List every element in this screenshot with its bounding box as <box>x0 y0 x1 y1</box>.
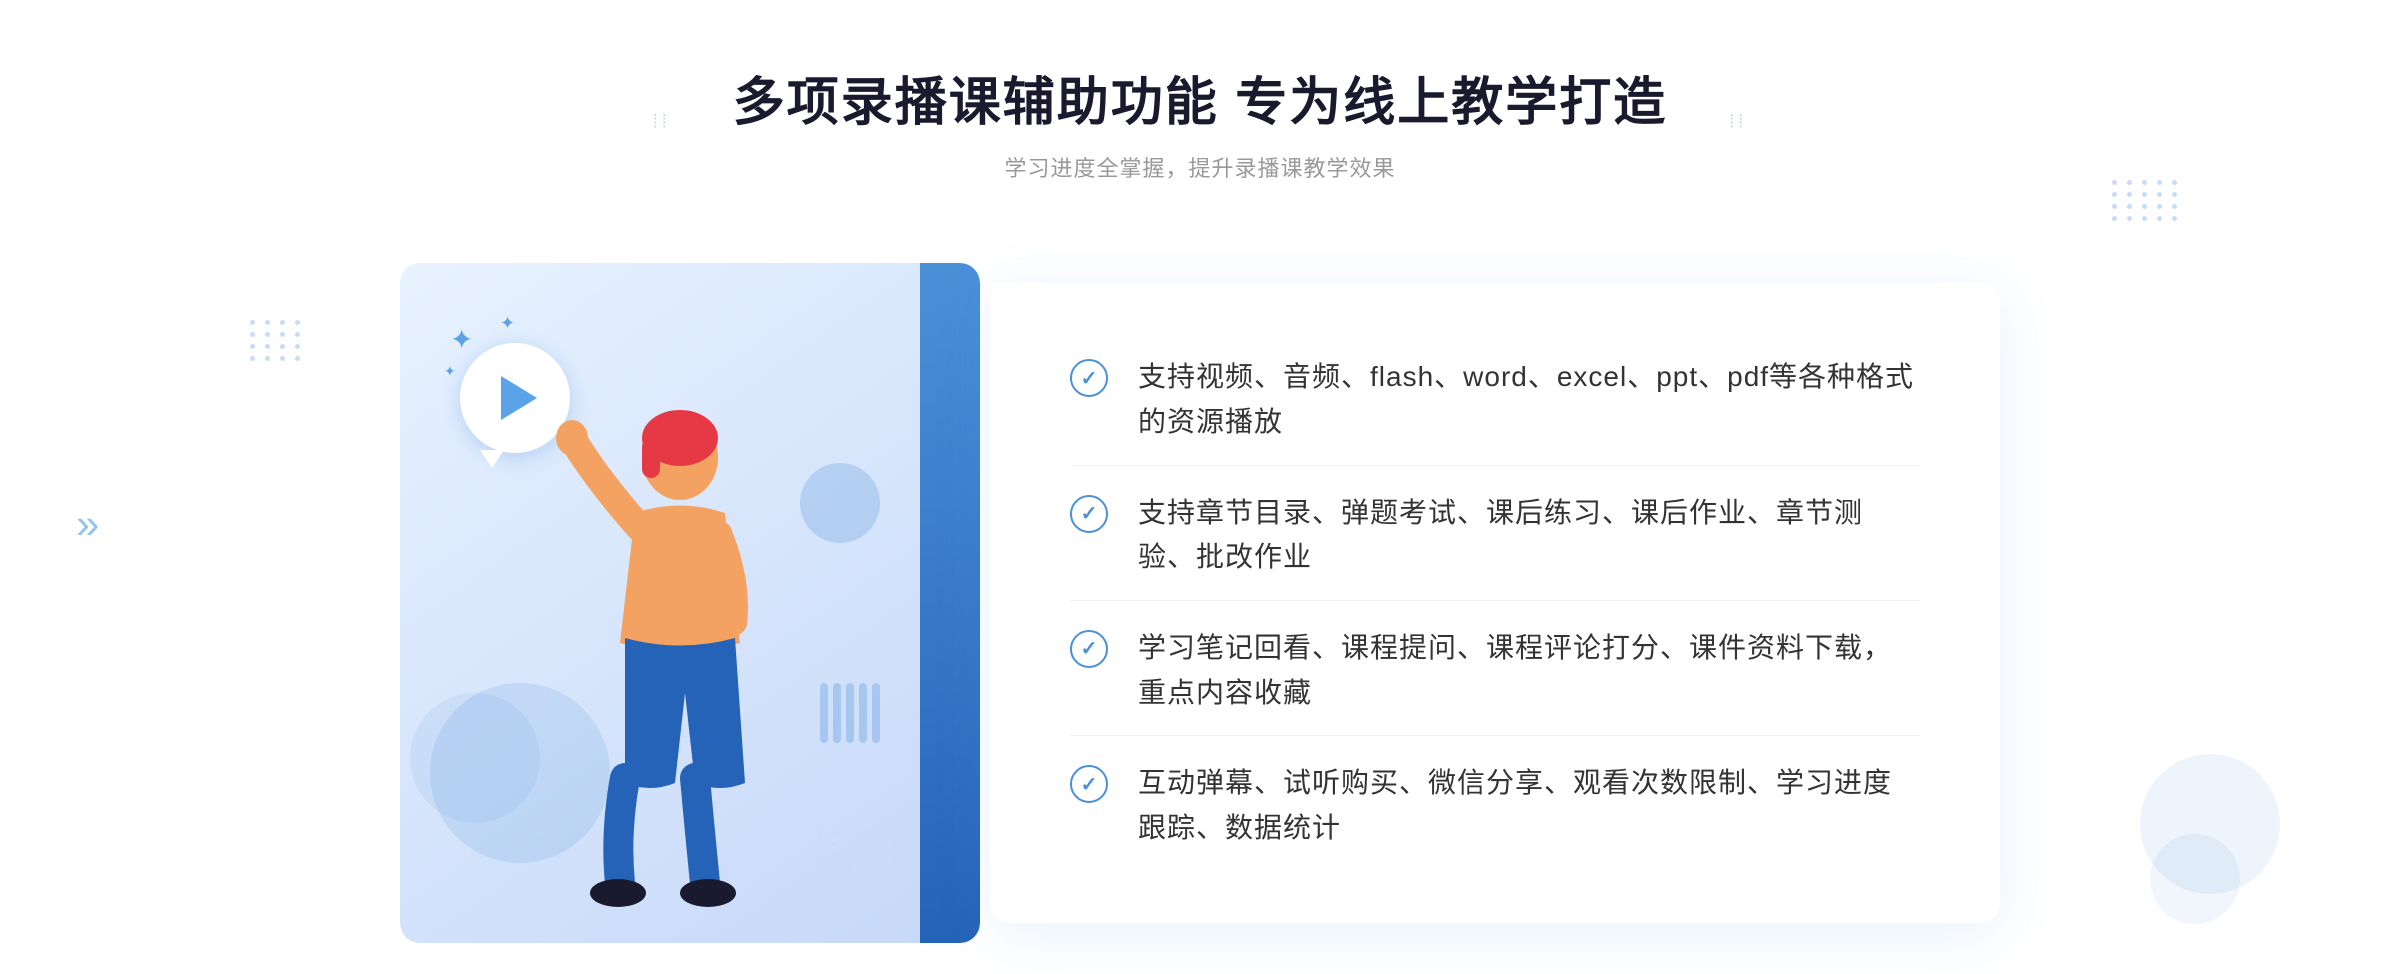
feature-text-1: 支持视频、音频、flash、word、excel、ppt、pdf等各种格式的资源… <box>1138 355 1920 445</box>
feature-text-3: 学习笔记回看、课程提问、课程评论打分、课件资料下载，重点内容收藏 <box>1138 626 1920 716</box>
page-container: » ⁞⁞ ⁞⁞ 多项录播课辅助功能 专为线上教学打造 学习进度全掌握，提升录播课… <box>0 0 2400 974</box>
illustration-card: ✦ ✦ ✦ <box>400 263 980 943</box>
feature-item-4: ✓ 互动弹幕、试听购买、微信分享、观看次数限制、学习进度跟踪、数据统计 <box>1070 741 1920 871</box>
check-mark-1: ✓ <box>1081 366 1098 391</box>
header-deco-left: ⁞⁞ <box>653 111 671 132</box>
main-title: 多项录播课辅助功能 专为线上教学打造 <box>733 60 1667 135</box>
sparkle-1: ✦ <box>450 323 473 356</box>
subtitle: 学习进度全掌握，提升录播课教学效果 <box>733 151 1667 183</box>
chevron-left-decoration: » <box>76 500 99 548</box>
illustration-wrapper: ✦ ✦ ✦ <box>400 243 1020 963</box>
feature-item-3: ✓ 学习笔记回看、课程提问、课程评论打分、课件资料下载，重点内容收藏 <box>1070 606 1920 737</box>
features-panel: ✓ 支持视频、音频、flash、word、excel、ppt、pdf等各种格式的… <box>990 283 2000 923</box>
header-section: ⁞⁞ ⁞⁞ 多项录播课辅助功能 专为线上教学打造 学习进度全掌握，提升录播课教学… <box>733 60 1667 183</box>
dot-decoration-top-right <box>2112 180 2180 221</box>
figure-illustration <box>480 383 830 943</box>
bg-circle-decoration-2 <box>2150 834 2240 924</box>
dot-matrix-illustration <box>817 830 900 883</box>
dot-decoration-left <box>250 320 303 361</box>
header-deco-right: ⁞⁞ <box>1729 111 1747 132</box>
check-mark-4: ✓ <box>1081 772 1098 797</box>
content-area: ✦ ✦ ✦ <box>400 243 2000 963</box>
feature-text-4: 互动弹幕、试听购买、微信分享、观看次数限制、学习进度跟踪、数据统计 <box>1138 761 1920 851</box>
check-icon-4: ✓ <box>1070 765 1108 803</box>
feature-item-2: ✓ 支持章节目录、弹题考试、课后练习、课后作业、章节测验、批改作业 <box>1070 471 1920 602</box>
sparkle-2: ✦ <box>500 313 515 334</box>
check-mark-3: ✓ <box>1081 636 1098 661</box>
check-icon-2: ✓ <box>1070 495 1108 533</box>
feature-text-2: 支持章节目录、弹题考试、课后练习、课后作业、章节测验、批改作业 <box>1138 491 1920 581</box>
blue-bar <box>920 263 980 943</box>
feature-item-1: ✓ 支持视频、音频、flash、word、excel、ppt、pdf等各种格式的… <box>1070 335 1920 466</box>
check-icon-1: ✓ <box>1070 359 1108 397</box>
check-icon-3: ✓ <box>1070 630 1108 668</box>
check-mark-2: ✓ <box>1081 501 1098 526</box>
sparkle-3: ✦ <box>444 363 456 380</box>
